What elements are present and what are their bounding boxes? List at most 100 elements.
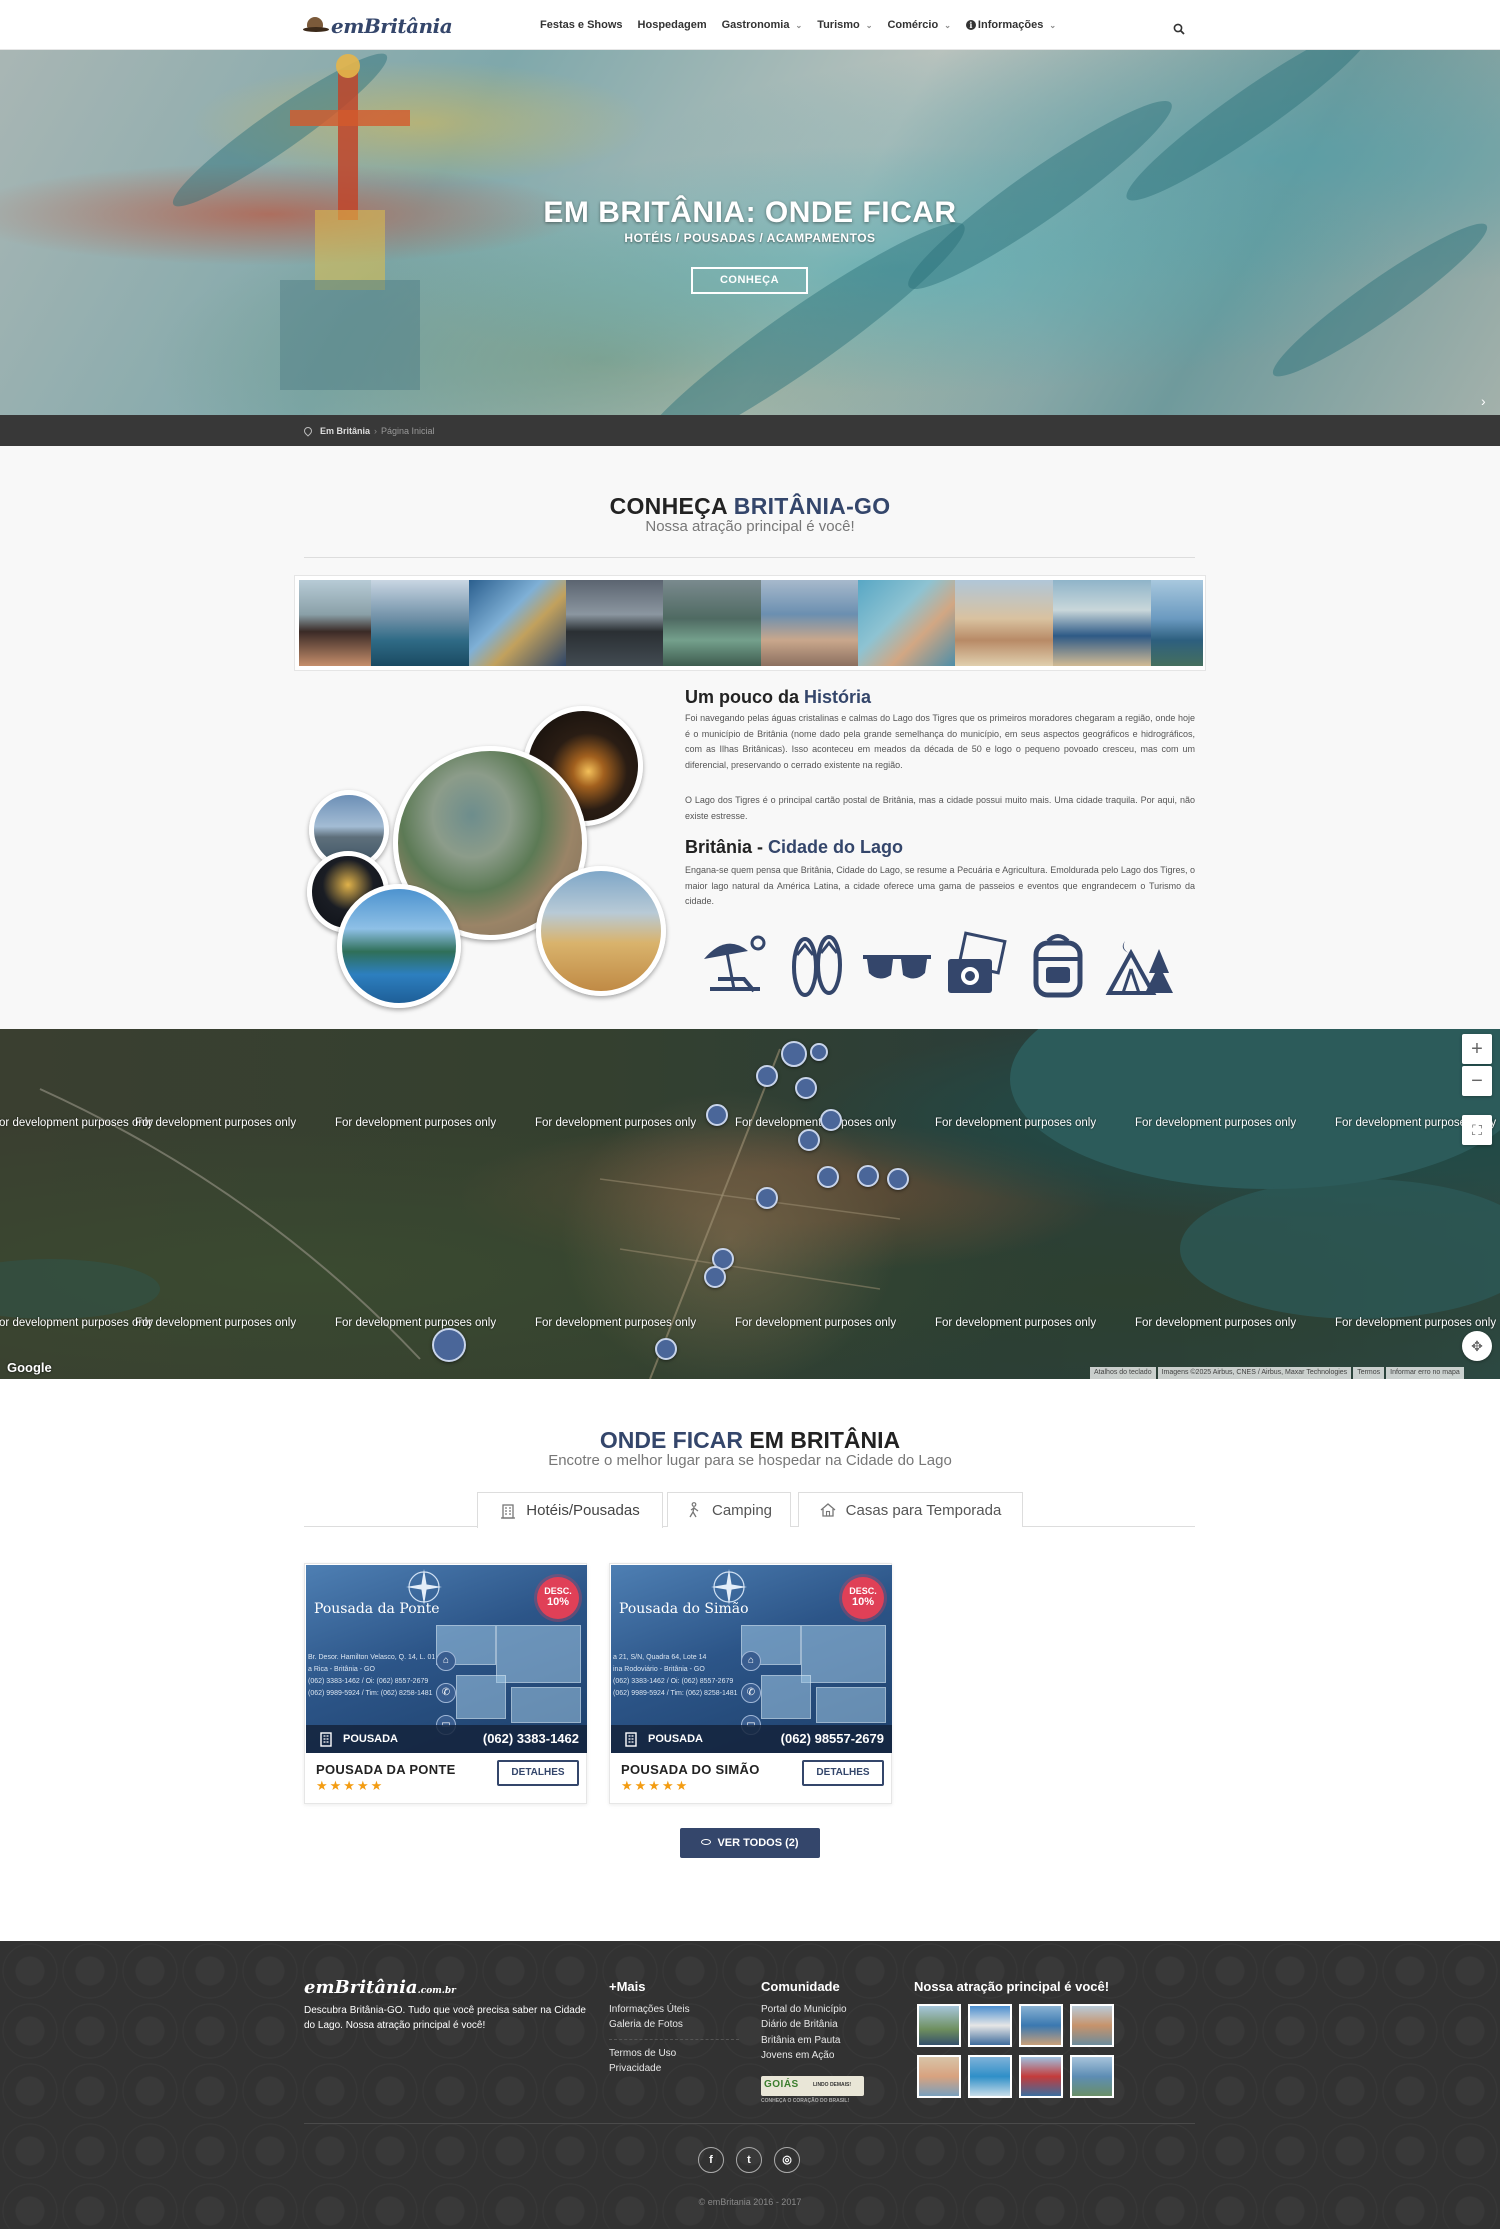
strip-photo[interactable] [299, 580, 371, 666]
interactive-map[interactable]: For development purposes only For develo… [0, 1029, 1500, 1379]
discover-button[interactable]: CONHEÇA [691, 267, 808, 294]
goias-badge[interactable]: GOIÁS LINDO DEMAIS! [761, 2076, 864, 2096]
details-button[interactable]: DETALHES [497, 1760, 579, 1786]
map-marker-hotel[interactable] [820, 1109, 842, 1131]
card-image[interactable]: Pousada do Simão a 21, S/N, Quadra 64, L… [611, 1565, 892, 1753]
map-marker-hotel[interactable] [798, 1129, 820, 1151]
map-marker-hotel[interactable] [781, 1041, 807, 1067]
site-logo[interactable]: emBritânia [303, 13, 453, 39]
strip-photo[interactable] [663, 580, 761, 666]
footer-link-pauta[interactable]: Britânia em Pauta [761, 2035, 841, 2046]
terms-link[interactable]: Termos [1353, 1367, 1385, 1379]
camera-control-icon[interactable]: ✥ [1462, 1331, 1492, 1361]
map-marker-ice-cream[interactable] [756, 1187, 778, 1209]
hiker-icon [689, 1502, 699, 1518]
breadcrumb-bar: Em Britânia › Página Inicial [0, 415, 1500, 446]
footer-link-portal[interactable]: Portal do Município [761, 2004, 847, 2015]
hero-texture [1114, 50, 1386, 217]
footer-link-termos[interactable]: Termos de Uso [609, 2048, 676, 2059]
map-watermark: For development purposes only [335, 1317, 497, 1329]
nav-item-hospedagem[interactable]: Hospedagem [638, 19, 707, 31]
footer-gallery-photo[interactable] [1070, 2004, 1114, 2047]
map-marker-hotel[interactable] [432, 1328, 466, 1362]
footer-gallery-photo[interactable] [917, 2004, 961, 2047]
see-all-button[interactable]: VER TODOS (2) [680, 1828, 820, 1858]
strip-photo[interactable] [371, 580, 469, 666]
map-marker-hotel[interactable] [887, 1168, 909, 1190]
breadcrumb: Em Britânia › Página Inicial [302, 415, 435, 446]
goias-word: GOIÁS [764, 2079, 799, 2090]
footer-gallery-photo[interactable] [1070, 2055, 1114, 2098]
fullscreen-icon[interactable]: ⛶ [1462, 1115, 1492, 1145]
map-marker-hotel[interactable] [704, 1266, 726, 1288]
city-paragraph: Engana-se quem pensa que Britânia, Cidad… [685, 865, 1195, 906]
hat-icon [303, 17, 329, 35]
camera-photos-icon [947, 931, 1007, 993]
footer-gallery-photo[interactable] [968, 2055, 1012, 2098]
breadcrumb-home-link[interactable]: Em Britânia [320, 426, 370, 436]
tab-hoteis-pousadas[interactable]: Hotéis/Pousadas [477, 1492, 663, 1528]
tab-casas-temporada[interactable]: Casas para Temporada [798, 1492, 1023, 1527]
facebook-icon[interactable]: f [698, 2147, 724, 2173]
zoom-in-button[interactable]: + [1462, 1034, 1492, 1064]
address-line: (062) 3383-1462 / Oi: (062) 8557-2679 [308, 1678, 429, 1685]
map-marker-bus[interactable] [756, 1065, 778, 1087]
footer-gallery-heading: Nossa atração principal é você! [914, 1979, 1110, 1994]
strip-photo[interactable] [1151, 580, 1203, 666]
nav-item-gastronomia[interactable]: Gastronomia ⌄ [722, 19, 803, 31]
address-line: (062) 3383-1462 / Oi: (062) 8557-2679 [613, 1678, 734, 1685]
footer-link-privacidade[interactable]: Privacidade [609, 2063, 661, 2074]
chevron-down-icon: ⌄ [944, 20, 951, 30]
footer-link-galeria[interactable]: Galeria de Fotos [609, 2019, 683, 2030]
map-marker-pin[interactable] [655, 1338, 677, 1360]
chevron-down-icon: ⌄ [795, 20, 803, 30]
strip-photo[interactable] [469, 580, 566, 666]
footer-gallery-photo[interactable] [1019, 2004, 1063, 2047]
nav-item-festas[interactable]: Festas e Shows [540, 19, 623, 31]
address-line: a 21, S/N, Quadra 64, Lote 14 [613, 1654, 707, 1661]
zoom-out-button[interactable]: − [1462, 1066, 1492, 1096]
strip-photo[interactable] [955, 580, 1053, 666]
map-marker-restaurant[interactable] [706, 1104, 728, 1126]
footer-gallery-photo[interactable] [917, 2055, 961, 2098]
strip-photo[interactable] [761, 580, 858, 666]
card-image[interactable]: Pousada da Ponte Br. Desor. Hamilton Vel… [306, 1565, 587, 1753]
instagram-icon[interactable]: ◎ [774, 2147, 800, 2173]
discount-value: 10% [546, 1596, 570, 1608]
nav-item-comercio[interactable]: Comércio ⌄ [887, 19, 950, 31]
map-marker-restaurant[interactable] [817, 1166, 839, 1188]
report-error-link[interactable]: Informar erro no mapa [1386, 1367, 1464, 1379]
title-accent: História [804, 687, 872, 707]
footer-logo[interactable]: emBritânia.com.br [304, 1977, 456, 1998]
title-text: Britânia - [685, 837, 769, 857]
map-marker-restaurant[interactable] [795, 1077, 817, 1099]
site-footer: emBritânia.com.br Descubra Britânia-GO. … [0, 1941, 1500, 2229]
footer-link-diario[interactable]: Diário de Britânia [761, 2019, 838, 2030]
footer-gallery-photo[interactable] [1019, 2055, 1063, 2098]
footer-link-jovens[interactable]: Jovens em Ação [761, 2050, 834, 2061]
map-marker-bar[interactable] [857, 1165, 879, 1187]
title-accent: BRITÂNIA-GO [733, 493, 891, 519]
strip-photo[interactable] [566, 580, 663, 666]
tab-label: Hotéis/Pousadas [526, 1502, 640, 1519]
circle-collage [300, 706, 670, 1008]
footer-separator [609, 2039, 739, 2040]
footer-link-informacoes[interactable]: Informações Úteis [609, 2004, 690, 2015]
map-marker-bar[interactable] [810, 1043, 828, 1061]
search-icon[interactable] [1173, 23, 1185, 35]
tab-camping[interactable]: Camping [667, 1492, 791, 1527]
strip-photo[interactable] [1053, 580, 1151, 666]
twitter-icon[interactable]: t [736, 2147, 762, 2173]
address-line: ina Rodoviário - Britânia - GO [613, 1666, 705, 1673]
strip-photo[interactable] [858, 580, 955, 666]
sunglasses-icon [863, 955, 932, 979]
nav-item-informacoes[interactable]: i Informações ⌄ [965, 19, 1056, 31]
discount-badge: DESC. 10% [537, 1577, 579, 1619]
nav-item-turismo[interactable]: Turismo ⌄ [817, 19, 872, 31]
keyboard-shortcuts-link[interactable]: Atalhos do teclado [1090, 1367, 1156, 1379]
details-button[interactable]: DETALHES [802, 1760, 884, 1786]
home-icon: ⌂ [436, 1651, 456, 1671]
footer-community-heading: Comunidade [761, 1979, 840, 1994]
footer-gallery-photo[interactable] [968, 2004, 1012, 2047]
slider-next-icon[interactable]: › [1481, 393, 1486, 409]
